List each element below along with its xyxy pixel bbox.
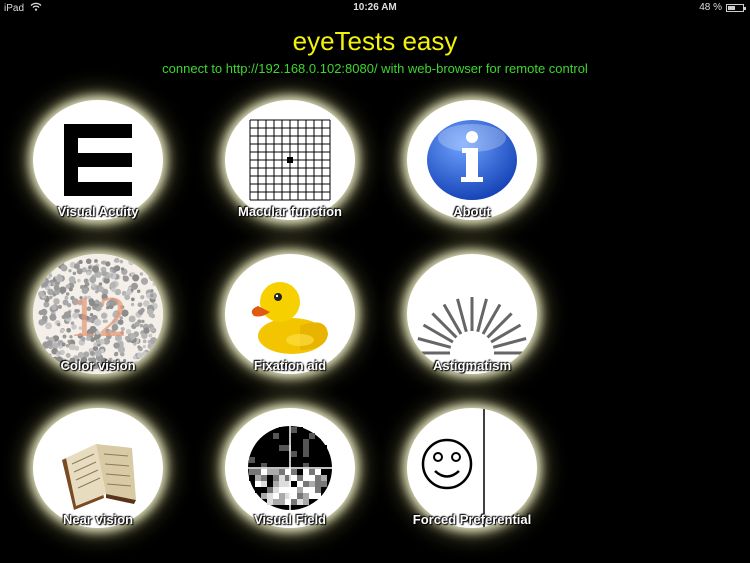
visual-field-circle [225,408,355,528]
visual-acuity-button[interactable]: Visual Acuity [8,100,188,250]
letter-e-icon [58,120,138,200]
about-circle [407,100,537,220]
fixation-aid-label: Fixation aid [253,358,327,373]
status-right: 48 % [699,2,746,13]
svg-text:12: 12 [69,284,127,349]
visual-field-button[interactable]: Visual Field [200,408,380,558]
battery-percent: 48 % [699,2,722,13]
status-bar: iPad 10:26 AM 48 % [0,0,750,16]
visual-acuity-circle [33,100,163,220]
ishihara-plate-icon: 12 [33,254,163,374]
macular-function-label: Macular function [237,204,342,219]
rubber-duck-icon [240,264,340,364]
open-book-icon [48,418,148,518]
info-icon [422,110,522,210]
battery-icon [726,3,746,12]
macular-function-button[interactable]: Macular function [200,100,380,250]
macular-function-circle [225,100,355,220]
visual-field-map-icon [245,423,335,513]
smiley-face-icon [407,408,537,528]
status-time: 10:26 AM [353,2,397,13]
astigmatism-circle [407,254,537,374]
near-vision-circle [33,408,163,528]
forced-preferential-circle [407,408,537,528]
color-vision-label: Color vision [60,358,136,373]
fixation-aid-circle [225,254,355,374]
visual-field-label: Visual Field [253,512,326,527]
color-vision-button[interactable]: 12 Color vision [8,254,188,404]
astigmatism-button[interactable]: Astigmatism [382,254,562,404]
amsler-grid-icon [248,118,332,202]
color-vision-circle: 12 [33,254,163,374]
astigmatism-fan-icon [412,269,532,359]
app-title: eyeTests easy [292,26,458,56]
about-button[interactable]: About [382,100,562,250]
forced-preferential-button[interactable]: Forced Preferential [382,408,562,558]
visual-acuity-label: Visual Acuity [57,204,139,219]
forced-preferential-label: Forced Preferential [412,512,532,527]
near-vision-button[interactable]: Near vision [8,408,188,558]
remote-control-hint: connect to http://192.168.0.102:8080/ wi… [162,61,588,76]
astigmatism-label: Astigmatism [432,358,512,373]
about-label: About [453,204,491,219]
fixation-aid-button[interactable]: Fixation aid [200,254,380,404]
near-vision-label: Near vision [62,512,134,527]
